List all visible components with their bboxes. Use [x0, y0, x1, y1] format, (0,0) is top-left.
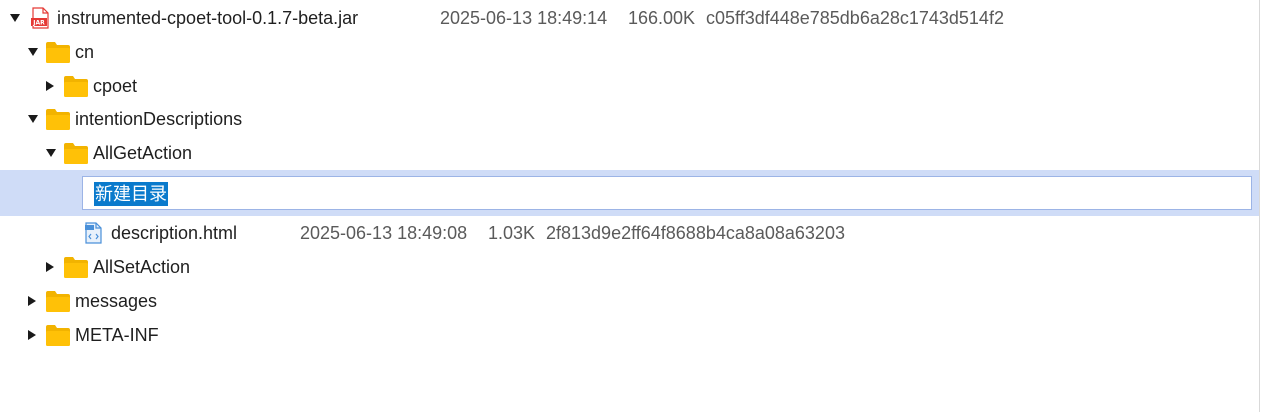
- tree-row-root-jar[interactable]: JAR instrumented-cpoet-tool-0.1.7-beta.j…: [0, 1, 1259, 35]
- chevron-down-icon[interactable]: [28, 115, 38, 123]
- chevron-right-icon[interactable]: [46, 81, 54, 91]
- tree-item-label: META-INF: [75, 325, 159, 345]
- expand-toggle[interactable]: [26, 102, 40, 136]
- tree-row-description-html[interactable]: description.html 2025-06-13 18:49:08 1.0…: [0, 216, 1259, 250]
- folder-icon: [46, 42, 70, 63]
- tree-item-label: messages: [75, 291, 158, 311]
- expand-toggle[interactable]: [8, 1, 22, 35]
- chevron-right-icon[interactable]: [28, 296, 36, 306]
- folder-icon: [64, 143, 88, 164]
- file-hash: 2f813d9e2ff64f8688b4ca8a08a63203: [546, 223, 845, 243]
- tree-row-all-get-action[interactable]: AllGetAction: [0, 136, 1259, 170]
- tree-item-label: description.html: [111, 223, 238, 243]
- file-size: 1.03K: [488, 223, 536, 243]
- modified-date: 2025-06-13 18:49:08: [300, 223, 468, 243]
- tree-item-label: cn: [75, 42, 95, 62]
- folder-icon: [46, 291, 70, 312]
- tree-row-meta-inf[interactable]: META-INF: [0, 318, 1259, 352]
- rename-input-selected-text[interactable]: 新建目录: [94, 182, 168, 206]
- folder-icon: [64, 76, 88, 97]
- tree-item-label: intentionDescriptions: [75, 109, 243, 129]
- tree-row-all-set-action[interactable]: AllSetAction: [0, 250, 1259, 284]
- folder-icon: [46, 109, 70, 130]
- html-file-icon: [85, 222, 102, 244]
- rename-input[interactable]: 新建目录: [82, 176, 1252, 210]
- expand-toggle[interactable]: [25, 318, 39, 352]
- file-hash: c05ff3df448e785db6a28c1743d514f2: [706, 8, 1004, 28]
- chevron-right-icon[interactable]: [46, 262, 54, 272]
- expand-toggle[interactable]: [25, 284, 39, 318]
- folder-icon: [46, 325, 70, 346]
- expand-toggle[interactable]: [43, 69, 57, 103]
- tree-row-cn[interactable]: cn: [0, 35, 1259, 69]
- folder-icon: [64, 257, 88, 278]
- tree-item-label: AllSetAction: [93, 257, 191, 277]
- expand-toggle[interactable]: [43, 250, 57, 284]
- file-size: 166.00K: [628, 8, 696, 28]
- chevron-right-icon[interactable]: [28, 330, 36, 340]
- tree-row-cpoet[interactable]: cpoet: [0, 69, 1259, 103]
- tree-row-new-folder-editing: 新建目录: [0, 170, 1259, 216]
- expand-toggle[interactable]: [26, 35, 40, 69]
- archive-tree-view: JAR instrumented-cpoet-tool-0.1.7-beta.j…: [0, 0, 1259, 412]
- chevron-down-icon[interactable]: [10, 14, 20, 22]
- jar-file-icon: JAR: [31, 7, 49, 29]
- modified-date: 2025-06-13 18:49:14: [440, 8, 608, 28]
- tree-row-messages[interactable]: messages: [0, 284, 1259, 318]
- chevron-down-icon[interactable]: [28, 48, 38, 56]
- expand-toggle[interactable]: [44, 136, 58, 170]
- tree-item-label: cpoet: [93, 76, 138, 96]
- panel-divider: [1259, 0, 1260, 412]
- svg-text:JAR: JAR: [32, 20, 45, 27]
- tree-row-intention-descriptions[interactable]: intentionDescriptions: [0, 102, 1259, 136]
- tree-item-label: AllGetAction: [93, 143, 193, 163]
- chevron-down-icon[interactable]: [46, 149, 56, 157]
- tree-item-label: instrumented-cpoet-tool-0.1.7-beta.jar: [57, 8, 359, 28]
